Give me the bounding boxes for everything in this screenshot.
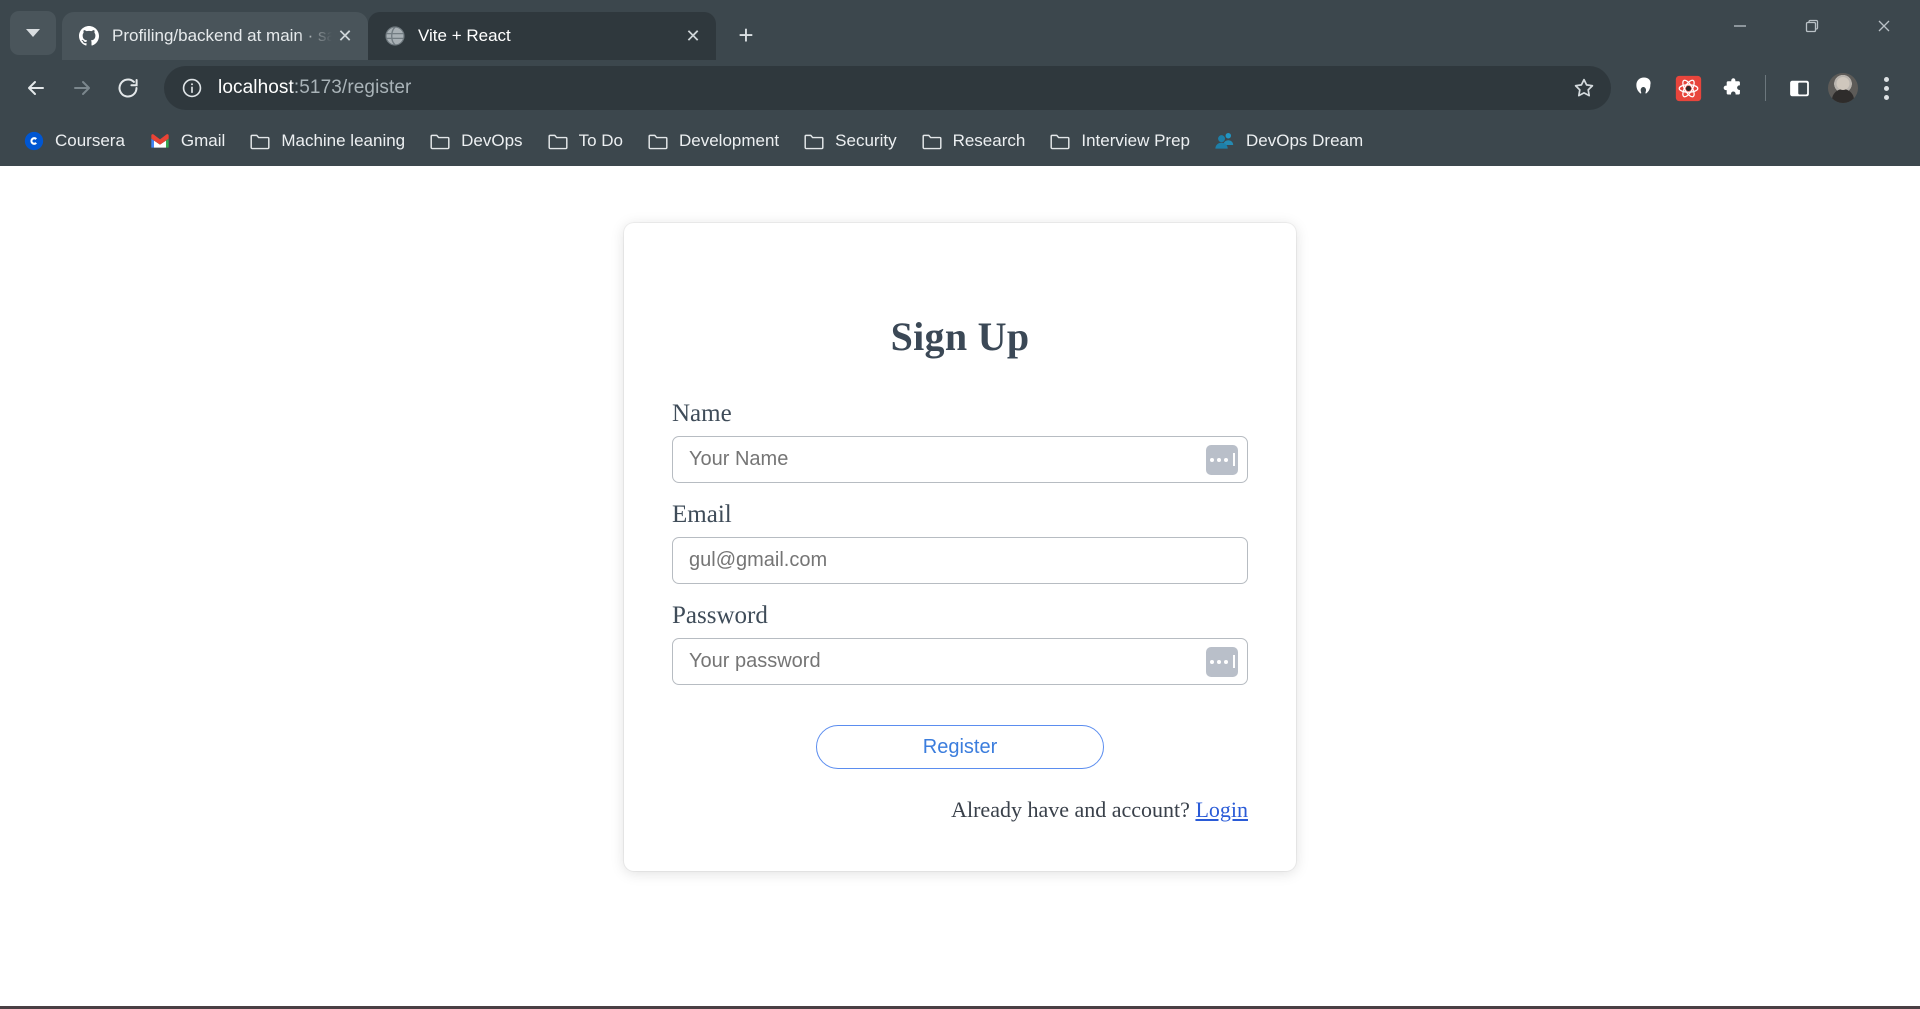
info-circle-icon[interactable] (178, 74, 206, 102)
browser-toolbar: localhost:5173/register (0, 60, 1920, 116)
bookmark-devops-dream[interactable]: DevOps Dream (1203, 123, 1374, 159)
bookmark-label: Research (952, 131, 1026, 150)
profile-avatar[interactable] (1822, 67, 1864, 109)
login-prompt-row: Already have and account? Login (672, 797, 1248, 823)
email-input[interactable] (672, 537, 1248, 584)
register-button[interactable]: Register (816, 725, 1104, 769)
close-icon[interactable]: ✕ (332, 23, 358, 49)
maximize-restore-button[interactable] (1776, 0, 1848, 52)
email-label: Email (672, 501, 732, 528)
folder-icon (647, 130, 669, 152)
gmail-icon (149, 130, 171, 152)
email-input-wrap (672, 537, 1248, 584)
autofill-icon[interactable] (1206, 646, 1238, 677)
login-link[interactable]: Login (1195, 797, 1248, 822)
bookmarks-bar: Coursera Gmail Machine leaning DevOps To… (0, 116, 1920, 166)
bookmark-gmail[interactable]: Gmail (138, 123, 236, 159)
browser-tab-vite-react[interactable]: Vite + React ✕ (368, 12, 716, 60)
folder-icon (429, 130, 451, 152)
bookmark-label: Gmail (180, 131, 226, 150)
folder-icon (547, 130, 569, 152)
bookmark-to-do[interactable]: To Do (536, 123, 634, 159)
field-email: Email (672, 501, 1248, 584)
three-dot-menu-icon[interactable] (1866, 68, 1906, 108)
bookmark-label: DevOps (461, 131, 523, 150)
field-name: Name (672, 400, 1248, 483)
submit-row: Register (672, 725, 1248, 769)
reload-button[interactable] (106, 66, 150, 110)
bookmark-label: Security (835, 131, 897, 150)
bookmark-interview-prep[interactable]: Interview Prep (1038, 123, 1201, 159)
close-icon[interactable]: ✕ (680, 23, 706, 49)
url-text[interactable]: localhost:5173/register (218, 77, 1567, 99)
tab-strip: Profiling/backend at main · sam ✕ Vite +… (0, 0, 1920, 60)
bookmark-label: To Do (578, 131, 623, 150)
autofill-icon[interactable] (1206, 444, 1238, 475)
name-input-wrap (672, 436, 1248, 483)
side-panel-icon[interactable] (1778, 67, 1820, 109)
folder-icon (803, 130, 825, 152)
bookmark-label: Coursera (55, 131, 125, 150)
url-host: localhost (218, 77, 294, 98)
page-viewport: Sign Up Name Email (0, 166, 1920, 1009)
bookmark-coursera[interactable]: Coursera (12, 123, 136, 159)
globe-icon (384, 25, 406, 47)
browser-tab-profiling[interactable]: Profiling/backend at main · sam ✕ (62, 12, 368, 60)
window-controls (1704, 0, 1920, 52)
address-bar[interactable]: localhost:5173/register (164, 66, 1611, 110)
malwarebytes-extension-icon[interactable] (1623, 67, 1665, 109)
new-tab-button[interactable]: + (726, 15, 766, 55)
password-label: Password (672, 602, 768, 629)
signup-card: Sign Up Name Email (624, 223, 1296, 871)
tab-title: Profiling/backend at main · sam (112, 26, 332, 45)
chevron-down-icon (26, 29, 40, 37)
forward-button[interactable] (60, 66, 104, 110)
name-input[interactable] (672, 436, 1248, 483)
bookmark-development[interactable]: Development (636, 123, 790, 159)
password-input[interactable] (672, 638, 1248, 685)
star-icon[interactable] (1567, 71, 1601, 105)
back-button[interactable] (14, 66, 58, 110)
coursera-icon (23, 130, 45, 152)
react-devtools-extension-icon[interactable] (1667, 67, 1709, 109)
bookmark-machine-leaning[interactable]: Machine leaning (238, 123, 416, 159)
login-prompt-text: Already have and account? (951, 797, 1190, 822)
github-icon (78, 25, 100, 47)
name-label: Name (672, 400, 732, 427)
browser-window: Profiling/backend at main · sam ✕ Vite +… (0, 0, 1920, 1009)
bookmark-research[interactable]: Research (910, 123, 1037, 159)
people-icon (1214, 130, 1236, 152)
url-path: :5173/register (293, 77, 412, 98)
bookmark-label: Development (678, 131, 780, 150)
bookmark-security[interactable]: Security (792, 123, 907, 159)
register-page: Sign Up Name Email (0, 166, 1920, 1009)
bookmark-label: Machine leaning (281, 131, 406, 150)
toolbar-divider (1765, 75, 1766, 101)
extensions-puzzle-icon[interactable] (1711, 67, 1753, 109)
bookmark-label: Interview Prep (1081, 131, 1191, 150)
bookmark-devops[interactable]: DevOps (418, 123, 533, 159)
field-password: Password (672, 602, 1248, 685)
close-window-button[interactable] (1848, 0, 1920, 52)
folder-icon (921, 130, 943, 152)
folder-icon (1049, 130, 1071, 152)
page-title: Sign Up (890, 314, 1030, 359)
password-input-wrap (672, 638, 1248, 685)
bookmark-label: DevOps Dream (1246, 131, 1364, 150)
folder-icon (249, 130, 271, 152)
minimize-button[interactable] (1704, 0, 1776, 52)
tab-title: Vite + React (418, 26, 511, 45)
tab-search-button[interactable] (10, 11, 56, 55)
